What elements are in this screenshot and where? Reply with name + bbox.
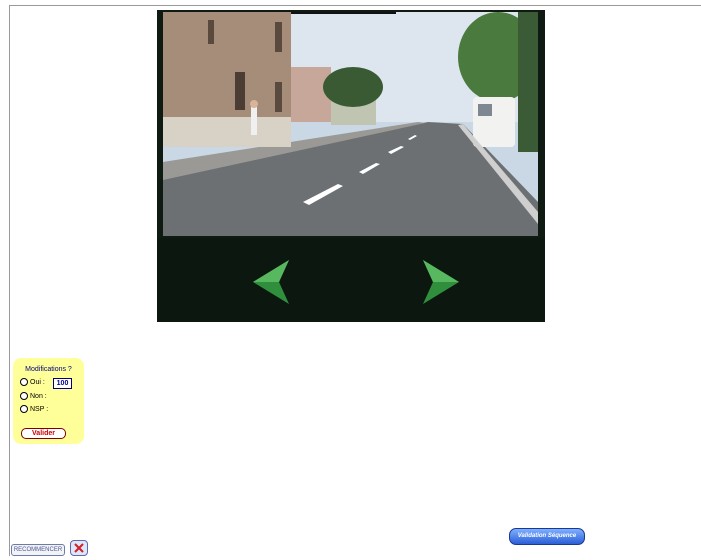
video-player — [157, 10, 545, 322]
street-scene-video-frame — [163, 12, 538, 236]
option-non[interactable]: Non : — [20, 391, 47, 401]
radio-oui[interactable] — [20, 378, 28, 386]
oui-score-field[interactable]: 100 — [53, 378, 72, 389]
street-scene-image — [163, 12, 538, 236]
quiz-title: Modifications ? — [25, 366, 72, 373]
arrow-left-icon[interactable] — [249, 258, 293, 306]
option-nsp[interactable]: NSP : — [20, 404, 48, 414]
arrow-right-icon[interactable] — [419, 258, 463, 306]
option-oui-label: Oui : — [30, 378, 45, 386]
radio-non[interactable] — [20, 392, 28, 400]
modifications-quiz-panel: Modifications ? Oui : 100 Non : NSP : Va… — [13, 358, 84, 444]
close-button[interactable] — [70, 540, 88, 556]
video-navigation-bar — [157, 238, 545, 322]
close-x-icon — [74, 543, 84, 553]
frame-top-border — [9, 5, 701, 6]
option-non-label: Non : — [30, 392, 47, 400]
option-nsp-label: NSP : — [30, 405, 49, 413]
frame-left-border — [9, 5, 10, 556]
radio-nsp[interactable] — [20, 405, 28, 413]
valider-button[interactable]: Valider — [21, 428, 66, 439]
validation-sequence-button[interactable]: Validation Séquence — [509, 528, 585, 545]
restart-button[interactable]: RECOMMENCER — [11, 544, 65, 556]
option-oui[interactable]: Oui : — [20, 377, 45, 387]
